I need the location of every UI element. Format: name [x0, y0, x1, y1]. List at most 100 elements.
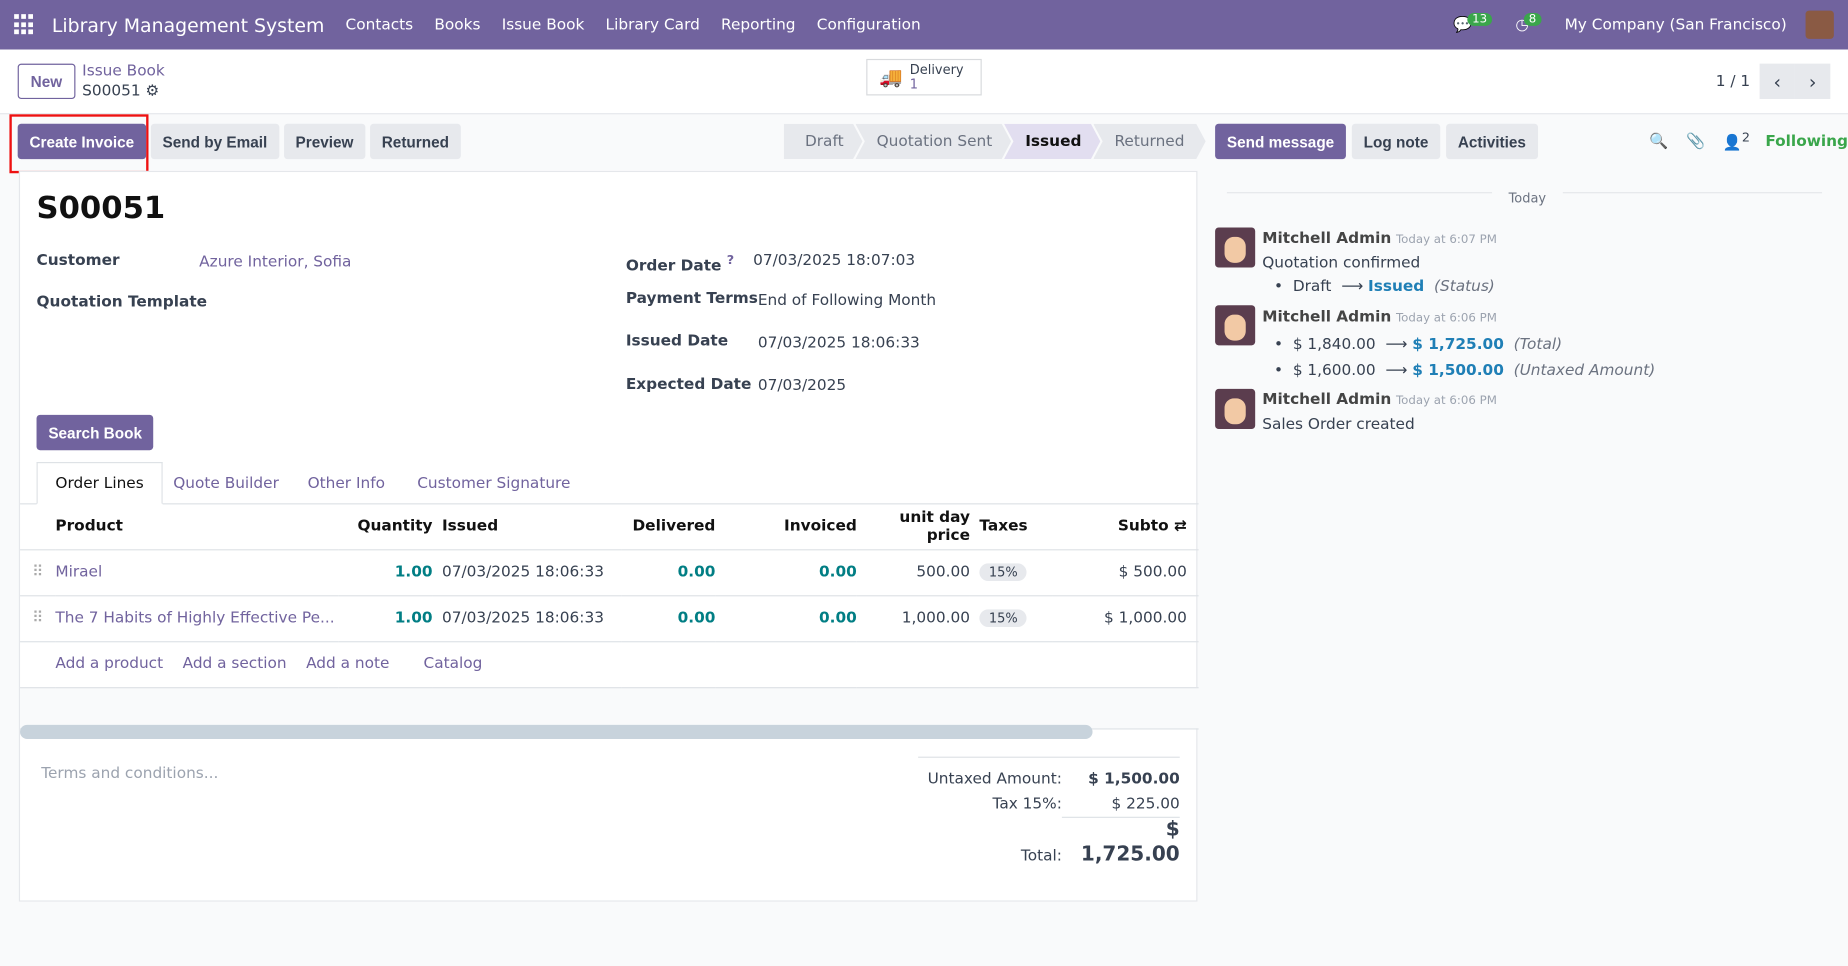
delivered-cell[interactable]: 0.00: [621, 595, 716, 642]
col-taxes[interactable]: Taxes: [969, 504, 1053, 550]
breadcrumb: Issue Book S00051 ⚙: [82, 61, 165, 101]
search-icon[interactable]: 🔍: [1649, 133, 1668, 151]
col-subtotal[interactable]: Subto: [1118, 518, 1169, 536]
payment-terms-field[interactable]: End of Following Month: [758, 292, 936, 310]
price-cell[interactable]: 1,000.00: [856, 595, 970, 642]
invoiced-cell[interactable]: 0.00: [715, 595, 857, 642]
menu-reporting[interactable]: Reporting: [721, 16, 795, 34]
pager: 1 / 1 ‹ ›: [1716, 63, 1831, 99]
tax-tag: 15%: [979, 563, 1028, 582]
create-invoice-button[interactable]: Create Invoice: [17, 123, 146, 160]
col-delivered[interactable]: Delivered: [621, 504, 716, 550]
untaxed-value: $ 1,500.00: [1088, 770, 1180, 789]
pager-previous-button[interactable]: ‹: [1759, 63, 1795, 99]
pager-value[interactable]: 1 / 1: [1716, 72, 1750, 90]
tab-customer-signature[interactable]: Customer Signature: [400, 462, 589, 504]
table-row[interactable]: ⠿ The 7 Habits of Highly Effective Pe...…: [20, 595, 1199, 642]
company-switcher[interactable]: My Company (San Francisco): [1565, 16, 1787, 34]
horizontal-scrollbar[interactable]: [20, 724, 1093, 739]
breadcrumb-record: S00051: [82, 82, 141, 101]
add-section-link[interactable]: Add a section: [183, 655, 287, 673]
message-body: Sales Order created: [1262, 416, 1415, 434]
expected-date-label: Expected Date: [625, 375, 752, 394]
pager-next-button[interactable]: ›: [1794, 63, 1831, 99]
tab-order-lines[interactable]: Order Lines: [36, 461, 163, 505]
col-unit-price[interactable]: unit day price: [856, 504, 970, 550]
new-value: Issued: [1368, 278, 1425, 296]
gear-icon[interactable]: ⚙: [146, 82, 160, 100]
drag-handle-icon[interactable]: ⠿: [20, 549, 56, 596]
field-name: (Status): [1434, 278, 1495, 296]
catalog-link[interactable]: Catalog: [423, 655, 482, 673]
status-returned[interactable]: Returned: [1093, 124, 1205, 159]
menu-configuration[interactable]: Configuration: [817, 16, 921, 34]
author-name[interactable]: Mitchell Admin: [1262, 309, 1391, 327]
menu-contacts[interactable]: Contacts: [346, 16, 414, 34]
old-value: $ 1,600.00: [1292, 361, 1376, 380]
drag-handle-icon[interactable]: ⠿: [20, 595, 56, 642]
col-quantity[interactable]: Quantity: [338, 504, 433, 550]
new-button[interactable]: New: [17, 63, 76, 99]
menu-issue-book[interactable]: Issue Book: [502, 16, 585, 34]
col-invoiced[interactable]: Invoiced: [715, 504, 857, 550]
issued-cell[interactable]: 07/03/2025 18:06:33: [432, 549, 622, 596]
author-avatar: [1215, 227, 1256, 268]
author-name[interactable]: Mitchell Admin: [1262, 391, 1391, 409]
preview-button[interactable]: Preview: [283, 123, 366, 160]
activities-button[interactable]: Activities: [1446, 123, 1538, 160]
message-time: Today at 6:07 PM: [1395, 233, 1497, 247]
messages-button[interactable]: 💬13: [1453, 12, 1497, 34]
price-cell[interactable]: 500.00: [856, 549, 970, 596]
breadcrumb-issue-book[interactable]: Issue Book: [82, 62, 165, 80]
status-issued[interactable]: Issued: [1004, 124, 1100, 159]
message-body: Quotation confirmed: [1262, 254, 1421, 273]
activities-badge: 8: [1524, 12, 1542, 26]
send-message-button[interactable]: Send message: [1215, 123, 1346, 160]
status-bar: Draft Quotation Sent Issued Returned: [791, 124, 1206, 159]
author-avatar: [1215, 388, 1256, 429]
add-product-link[interactable]: Add a product: [55, 655, 163, 673]
status-draft[interactable]: Draft: [784, 124, 863, 159]
order-date-field[interactable]: 07/03/2025 18:07:03: [753, 252, 915, 270]
col-issued[interactable]: Issued: [432, 504, 622, 550]
user-avatar[interactable]: [1805, 10, 1834, 39]
returned-button[interactable]: Returned: [369, 123, 461, 160]
author-avatar: [1215, 305, 1256, 346]
delivery-label: Delivery: [909, 61, 964, 78]
apps-menu-icon[interactable]: [14, 14, 35, 35]
issued-date-label: Issued Date: [625, 332, 729, 351]
terms-input[interactable]: Terms and conditions...: [41, 765, 218, 783]
record-title: S00051: [36, 190, 166, 227]
delivery-smart-button[interactable]: 🚚 Delivery 1: [866, 58, 982, 96]
status-quotation-sent[interactable]: Quotation Sent: [855, 124, 1011, 159]
send-by-email-button[interactable]: Send by Email: [150, 123, 280, 160]
invoiced-cell[interactable]: 0.00: [715, 549, 857, 596]
optional-columns-icon[interactable]: ⇄: [1174, 518, 1187, 536]
delivered-cell[interactable]: 0.00: [621, 549, 716, 596]
col-product[interactable]: Product: [55, 504, 339, 550]
order-date-label: Order Date: [625, 257, 722, 275]
log-note-button[interactable]: Log note: [1351, 123, 1441, 160]
tab-quote-builder[interactable]: Quote Builder: [156, 462, 297, 504]
help-icon[interactable]: ?: [727, 252, 734, 267]
customer-field[interactable]: Azure Interior, Sofia: [199, 253, 351, 271]
app-brand[interactable]: Library Management System: [52, 14, 324, 36]
issued-cell[interactable]: 07/03/2025 18:06:33: [432, 595, 622, 642]
tab-other-info[interactable]: Other Info: [290, 462, 403, 504]
paperclip-icon[interactable]: 📎: [1686, 133, 1705, 151]
table-row[interactable]: ⠿ Mirael 1.00 07/03/2025 18:06:33 0.00 0…: [20, 549, 1199, 596]
issued-date-field[interactable]: 07/03/2025 18:06:33: [758, 335, 920, 353]
message-time: Today at 6:06 PM: [1395, 312, 1497, 326]
following-button[interactable]: Following: [1765, 133, 1848, 151]
quantity-cell[interactable]: 1.00: [338, 549, 433, 596]
product-cell[interactable]: Mirael: [55, 549, 339, 596]
author-name[interactable]: Mitchell Admin: [1262, 230, 1391, 248]
search-book-button[interactable]: Search Book: [36, 414, 154, 451]
menu-library-card[interactable]: Library Card: [606, 16, 700, 34]
quantity-cell[interactable]: 1.00: [338, 595, 433, 642]
menu-books[interactable]: Books: [434, 16, 480, 34]
activities-button[interactable]: ◷8: [1515, 12, 1545, 34]
product-cell[interactable]: The 7 Habits of Highly Effective Pe...: [55, 595, 339, 642]
add-note-link[interactable]: Add a note: [306, 655, 389, 673]
followers-button[interactable]: 👤2: [1723, 130, 1750, 153]
